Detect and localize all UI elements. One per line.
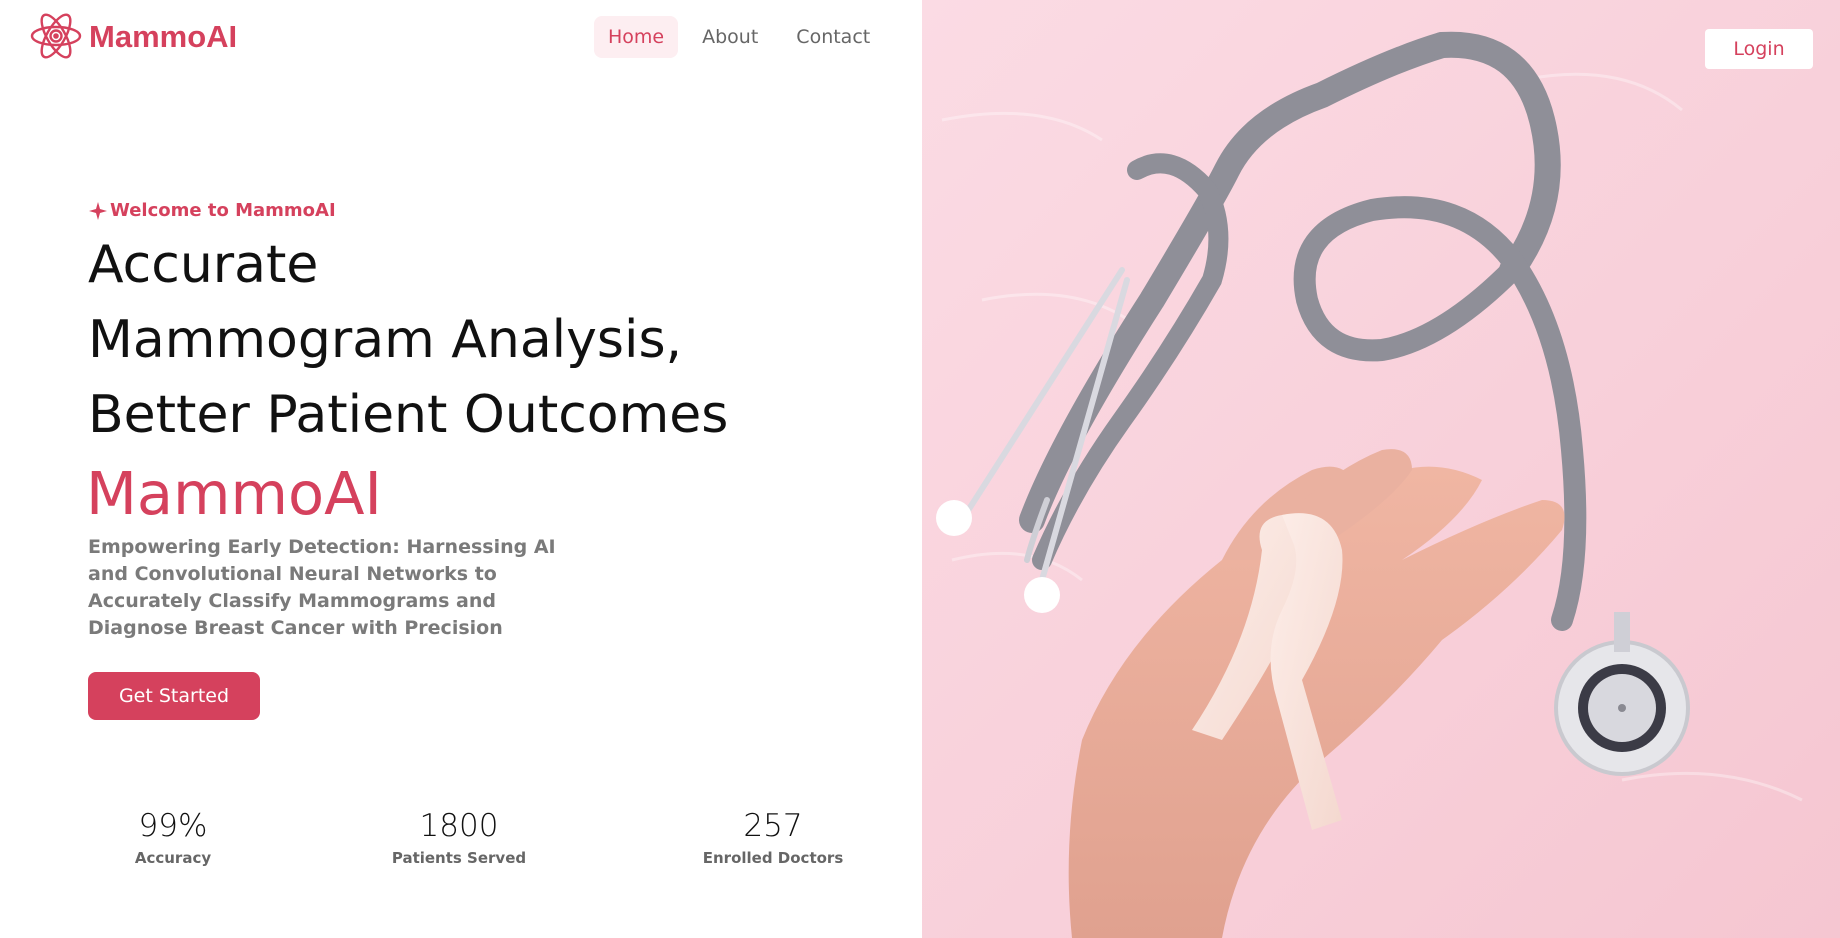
logo-text: MammoAI <box>89 19 238 54</box>
nav-contact[interactable]: Contact <box>782 16 884 58</box>
stat-value: 1800 <box>419 808 499 844</box>
headline-line-2: Mammogram Analysis, <box>88 310 683 370</box>
hero-image-panel: Login <box>922 0 1840 938</box>
stat-accuracy: 99% Accuracy <box>110 806 236 868</box>
hero-panel: MammoAI Home About Contact Welcome to Ma… <box>0 0 922 938</box>
atom-icon <box>30 13 82 59</box>
stat-label: Enrolled Doctors <box>702 849 844 867</box>
hero-headline: Accurate Mammogram Analysis, Better Pati… <box>88 228 808 453</box>
headline-line-3: Better Patient Outcomes <box>88 385 729 445</box>
hero-brand-name: MammoAI <box>86 459 382 528</box>
main-nav: Home About Contact <box>594 16 884 58</box>
nav-about[interactable]: About <box>688 16 772 58</box>
welcome-tagline: Welcome to MammoAI <box>88 200 336 221</box>
welcome-text: Welcome to MammoAI <box>110 200 336 221</box>
stat-patients: 1800 Patients Served <box>379 806 539 868</box>
stat-label: Patients Served <box>391 849 527 867</box>
headline-line-1: Accurate <box>88 235 319 295</box>
stat-doctors: 257 Enrolled Doctors <box>690 806 856 868</box>
login-button[interactable]: Login <box>1705 29 1813 69</box>
stat-label: Accuracy <box>134 849 212 867</box>
nav-home[interactable]: Home <box>594 16 679 58</box>
sparkle-icon <box>89 201 107 220</box>
get-started-button[interactable]: Get Started <box>88 672 260 720</box>
logo[interactable]: MammoAI <box>28 6 237 68</box>
stat-value: 99% <box>138 808 208 844</box>
stats-bar: 99% Accuracy 1800 Patients Served 257 En… <box>0 806 922 886</box>
stethoscope-ribbon-photo <box>922 0 1840 938</box>
stat-value: 257 <box>743 808 803 844</box>
hero-description: Empowering Early Detection: Harnessing A… <box>88 536 556 639</box>
